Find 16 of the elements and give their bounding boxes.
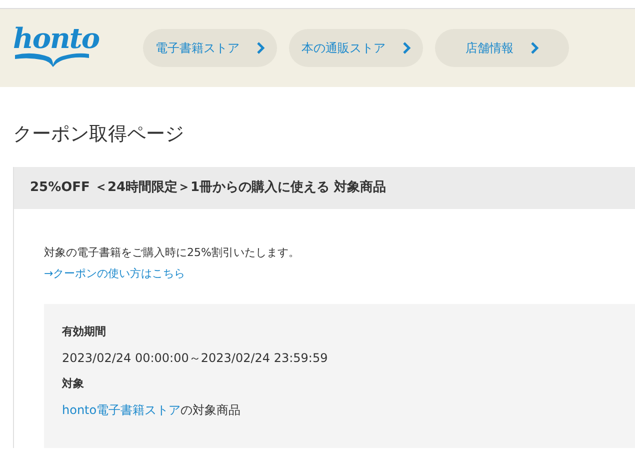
detail-label: 有効期間 — [62, 324, 107, 340]
nav-pill[interactable]: 本の通販ストア — [289, 29, 423, 67]
detail-value: 2023/02/24 00:00:00～2023/02/24 23:59:59 — [62, 350, 329, 366]
coupon-title: 25%OFF ＜24時間限定＞1冊からの購入に使える 対象商品 — [14, 167, 635, 209]
chevron-right-icon — [256, 41, 264, 55]
page-title: クーポン取得ページ — [13, 122, 185, 147]
nav-pill[interactable]: 電子書籍ストア — [143, 29, 277, 67]
coupon-description: 対象の電子書籍をご購入時に25%割引いたします。 — [44, 245, 300, 261]
store-link[interactable]: honto電子書籍ストア — [62, 403, 181, 417]
coupon-help-link[interactable]: →クーポンの使い方はこちら — [44, 266, 635, 282]
honto-logo[interactable]: honto — [13, 26, 143, 66]
nav-pill[interactable]: 店舗情報 — [435, 29, 569, 67]
chevron-right-icon — [402, 41, 410, 55]
detail-value: honto電子書籍ストアの対象商品 — [62, 402, 242, 418]
chevron-right-icon — [530, 41, 538, 55]
detail-label: 対象 — [62, 376, 85, 392]
